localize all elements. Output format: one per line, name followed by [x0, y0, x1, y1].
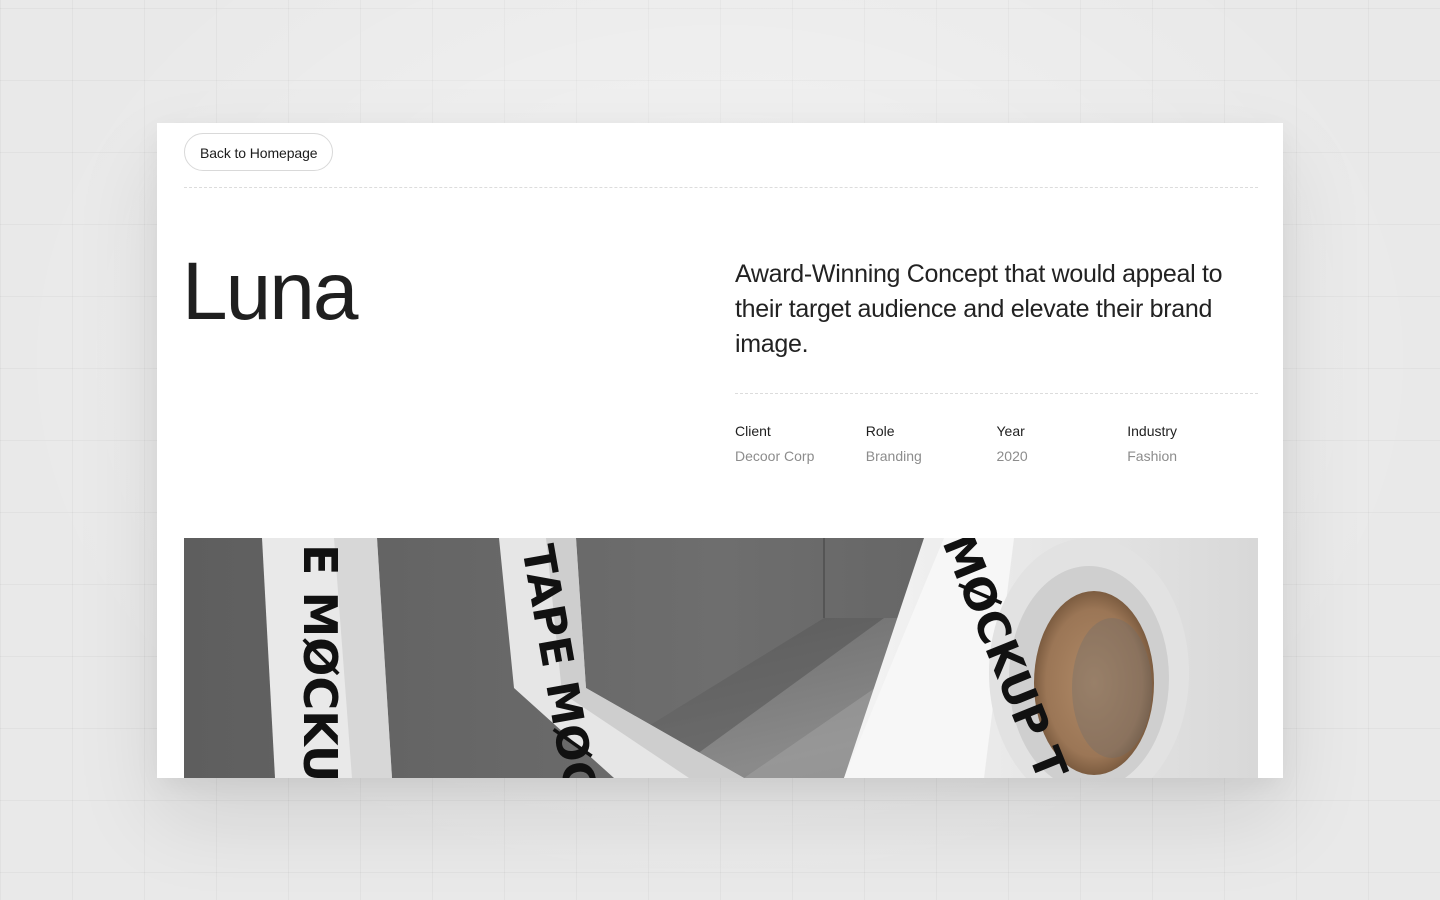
project-page: Back to Homepage Luna Award-Winning Conc…	[157, 123, 1283, 778]
meta-client-label: Client	[735, 423, 771, 439]
tape-strip-left-text: E MØCKU	[293, 544, 347, 778]
meta-role: Role Branding	[866, 421, 997, 466]
meta-role-label: Role	[865, 423, 895, 439]
project-tagline: Award-Winning Concept that would appeal …	[735, 260, 1223, 358]
tape-strip-left: E MØCKU	[262, 538, 392, 778]
back-to-homepage-button[interactable]: Back to Homepage	[184, 133, 334, 171]
meta-industry: Industry Fashion	[1127, 421, 1258, 466]
hero-image: E MØCKU TAPE MØCKUP MØCKUP TA	[184, 538, 1258, 778]
meta-client: Client Decoor Corp	[735, 421, 866, 466]
meta-client-value: Decoor Corp	[735, 448, 815, 464]
divider	[735, 393, 1258, 394]
meta-role-value: Branding	[865, 448, 922, 464]
project-title: Luna	[182, 246, 358, 337]
meta-industry-label: Industry	[1127, 423, 1178, 439]
meta-year: Year 2020	[997, 421, 1128, 466]
meta-industry-value: Fashion	[1127, 448, 1178, 464]
top-bar: Back to Homepage	[184, 123, 1258, 188]
project-meta: Client Decoor Corp Role Branding Year 20…	[735, 421, 1258, 466]
meta-year-label: Year	[996, 423, 1025, 439]
meta-year-value: 2020	[996, 448, 1028, 464]
